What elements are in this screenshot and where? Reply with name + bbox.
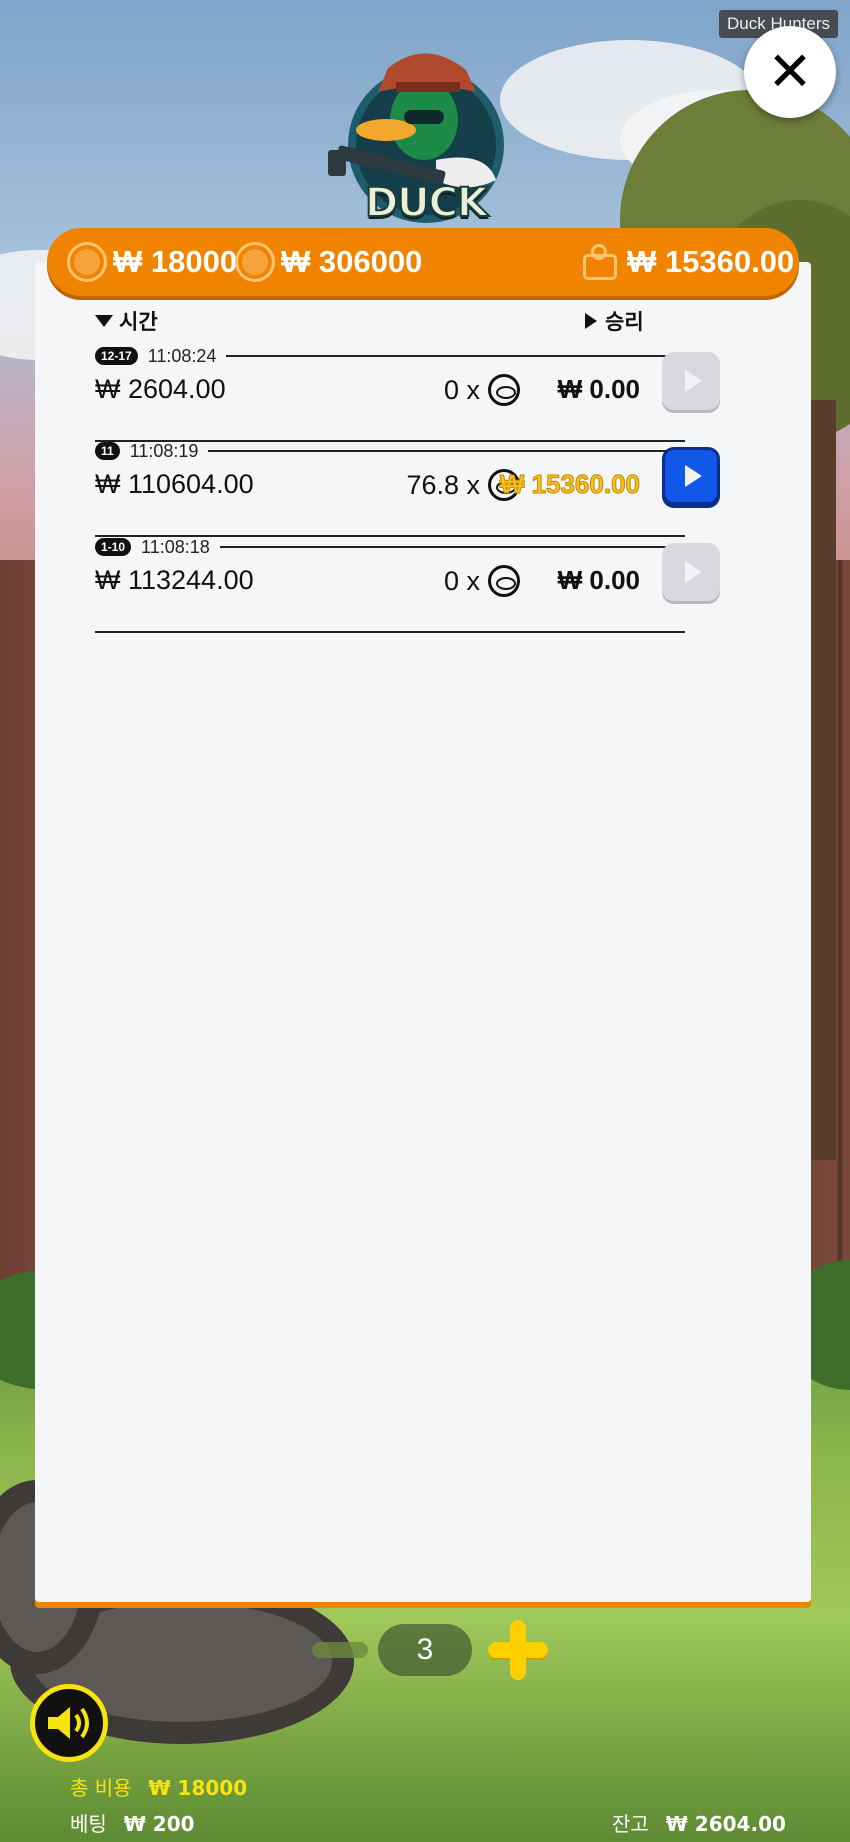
- round-badge: 12-17: [95, 347, 138, 365]
- total-cost: 총 비용 ₩ 18000: [70, 1776, 248, 1800]
- close-button[interactable]: ✕: [744, 26, 836, 118]
- play-icon: [685, 465, 702, 487]
- total-bet: ₩ 18000: [67, 242, 237, 282]
- row-win: ₩ 15360.00: [499, 469, 640, 500]
- coin-icon: [488, 374, 520, 406]
- row-win: ₩ 0.00: [557, 565, 640, 595]
- stepper-value: 3: [378, 1624, 472, 1676]
- play-icon: [685, 370, 702, 392]
- bet-history-panel: 시간 승리 12-17 11:08:24 ₩ 2604.00 0 x ₩ 0.0…: [35, 262, 811, 1602]
- speaker-icon: [48, 1707, 89, 1739]
- sort-down-icon: [95, 315, 113, 327]
- sort-right-icon: [585, 313, 597, 329]
- row-time: 11:08:18: [141, 536, 210, 557]
- balance: ₩ 15360.00: [583, 244, 794, 280]
- row-win: ₩ 0.00: [557, 374, 640, 404]
- coin-icon: [235, 242, 275, 282]
- col-time-label: 시간: [119, 310, 158, 334]
- round-badge: 1-10: [95, 538, 132, 556]
- play-icon: [685, 561, 702, 583]
- row-cost: ₩ 113244.00: [95, 565, 254, 595]
- replay-button[interactable]: [662, 543, 720, 601]
- history-row: 11 11:08:19 ₩ 110604.00 76.8 x ₩ 15360.0…: [95, 439, 720, 537]
- col-win-label: 승리: [605, 310, 644, 334]
- row-time: 11:08:24: [147, 345, 217, 366]
- bet-amount: 베팅 ₩ 200: [70, 1812, 195, 1836]
- row-cost: ₩ 110604.00: [95, 469, 254, 499]
- round-badge: 11: [95, 442, 120, 460]
- row-multiplier: 0 x: [444, 565, 520, 597]
- row-multiplier: 0 x: [444, 374, 520, 406]
- divider: [219, 546, 685, 548]
- divider: [208, 450, 685, 452]
- history-row: 12-17 11:08:24 ₩ 2604.00 0 x ₩ 0.00: [95, 344, 720, 442]
- row-time: 11:08:19: [129, 440, 199, 461]
- coin-icon: [488, 565, 520, 597]
- row-cost: ₩ 2604.00: [95, 374, 226, 404]
- coin-icon: [67, 242, 107, 282]
- replay-button[interactable]: [662, 352, 720, 410]
- quantity-stepper: 3: [312, 1620, 552, 1680]
- close-icon: ✕: [767, 40, 813, 103]
- sort-by-time[interactable]: 시간: [95, 306, 158, 336]
- sound-toggle-button[interactable]: [30, 1684, 108, 1762]
- decrease-button[interactable]: [312, 1642, 368, 1658]
- divider: [226, 355, 685, 357]
- replay-button[interactable]: [662, 447, 720, 505]
- divider: [95, 631, 685, 633]
- info-bar: ₩ 18000 ₩ 306000 ₩ 15360.00: [47, 228, 799, 296]
- history-row: 1-10 11:08:18 ₩ 113244.00 0 x ₩ 0.00: [95, 535, 720, 633]
- max-win: ₩ 306000: [235, 242, 422, 282]
- wallet-icon: [583, 244, 619, 280]
- increase-button[interactable]: [488, 1620, 548, 1680]
- footer-balance: 잔고 ₩ 2604.00: [612, 1812, 786, 1836]
- sort-by-win[interactable]: 승리: [585, 306, 644, 336]
